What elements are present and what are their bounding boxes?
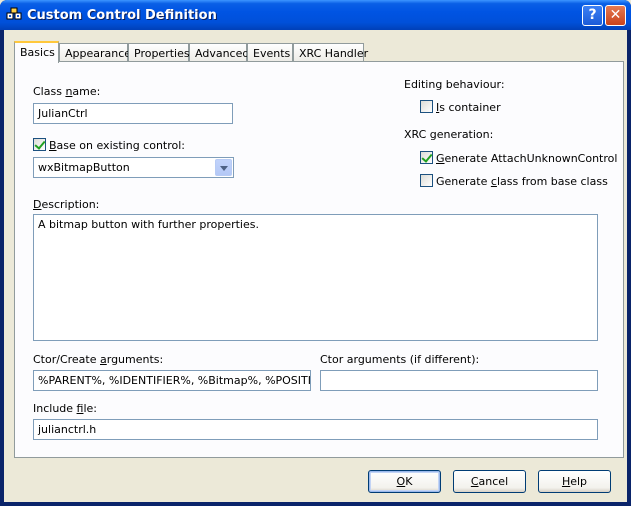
xrc-generation-label: XRC generation: <box>404 128 494 141</box>
window-title: Custom Control Definition <box>27 8 217 23</box>
dialog-client: Basics Appearance Properties Advanced Ev… <box>4 30 627 502</box>
generate-class-label: Generate class from base class <box>436 175 608 188</box>
generate-attach-checkbox[interactable] <box>420 151 433 164</box>
close-button[interactable]: ✕ <box>605 5 626 26</box>
tab-xrc-handler[interactable]: XRC Handler <box>293 43 368 62</box>
generate-class-checkbox[interactable] <box>420 174 433 187</box>
generate-attach-label: Generate AttachUnknownControl <box>436 152 618 165</box>
tab-basics[interactable]: Basics <box>14 41 59 63</box>
ctor-arguments-input[interactable]: %PARENT%, %IDENTIFIER%, %Bitmap%, %POSIT… <box>33 370 311 391</box>
cancel-button[interactable]: Cancel <box>453 470 526 493</box>
help-title-button[interactable]: ? <box>582 5 603 26</box>
help-button[interactable]: Help <box>538 470 611 493</box>
dialog-window: Custom Control Definition ? ✕ Basics App… <box>0 0 631 506</box>
ctor-arguments-label: Ctor/Create arguments: <box>33 353 164 366</box>
ctor-arguments-different-input[interactable] <box>320 370 598 391</box>
is-container-checkbox[interactable] <box>420 100 433 113</box>
base-control-select[interactable]: wxBitmapButton <box>33 157 234 178</box>
is-container-label: Is container <box>436 101 501 114</box>
tab-properties[interactable]: Properties <box>128 43 190 62</box>
app-icon <box>6 7 22 20</box>
description-label: Description: <box>33 198 100 211</box>
include-file-label: Include file: <box>33 402 98 415</box>
tab-events[interactable]: Events <box>247 43 293 62</box>
base-control-value: wxBitmapButton <box>38 161 130 174</box>
tab-advanced[interactable]: Advanced <box>189 43 249 62</box>
ok-button[interactable]: OK <box>368 470 441 493</box>
basics-panel: Class name: JulianCtrl Base on existing … <box>14 61 624 458</box>
editing-behaviour-label: Editing behaviour: <box>404 78 505 91</box>
ctor-arguments-different-label: Ctor arguments (if different): <box>320 353 480 366</box>
include-file-input[interactable]: julianctrl.h <box>33 419 598 440</box>
class-name-label: Class name: <box>33 85 101 98</box>
chevron-down-icon[interactable] <box>215 159 232 176</box>
base-on-existing-label: Base on existing control: <box>49 139 186 152</box>
title-bar[interactable]: Custom Control Definition ? ✕ <box>0 0 631 30</box>
description-textarea[interactable]: A bitmap button with further properties. <box>33 214 598 341</box>
class-name-input[interactable]: JulianCtrl <box>33 103 233 124</box>
tab-appearance[interactable]: Appearance <box>59 43 131 62</box>
base-on-existing-checkbox[interactable] <box>33 138 46 151</box>
